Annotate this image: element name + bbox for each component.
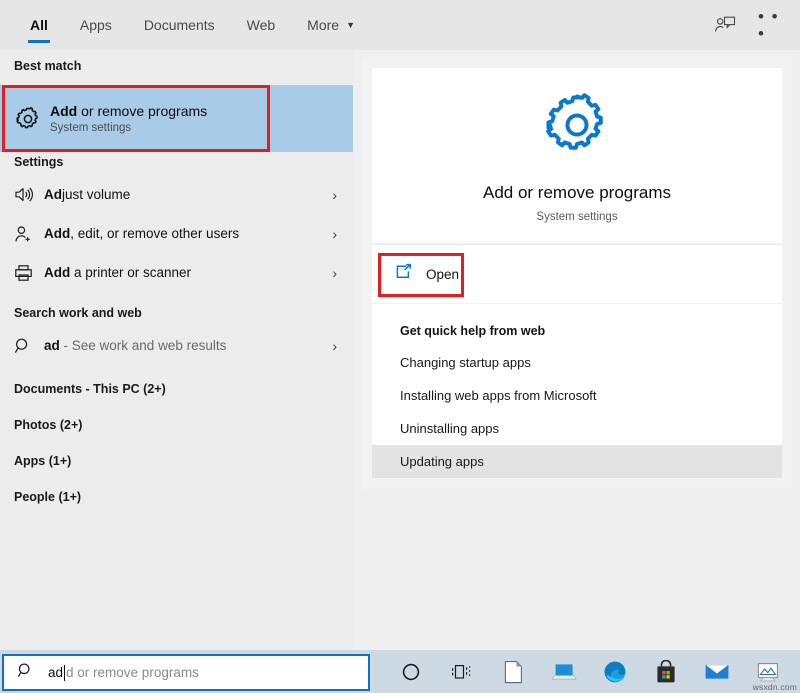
tab-documents-label: Documents [144,17,215,33]
tab-web[interactable]: Web [231,0,292,50]
volume-icon [14,186,44,203]
taskbar-icons [385,650,800,693]
best-match-heading: Best match [0,50,353,79]
search-input-text: ad d or remove programs [48,665,199,681]
search-icon [14,337,44,355]
chevron-right-icon: › [332,226,343,242]
overflow-menu-icon[interactable]: • • • [758,12,784,38]
preview-header-card: Add or remove programs System settings [372,68,782,243]
add-user-icon [14,225,44,243]
result-item-adjust-volume[interactable]: Adjust volume › [0,175,353,214]
printer-icon [14,264,44,282]
tab-apps[interactable]: Apps [64,0,128,50]
open-button-label: Open [426,267,459,282]
feedback-person-icon[interactable] [712,12,738,38]
document-icon[interactable] [487,650,538,693]
result-label: ad - See work and web results [44,338,226,353]
text-cursor [64,665,65,681]
help-link-installing-web-apps[interactable]: Installing web apps from Microsoft [372,379,782,412]
best-match-result-add-or-remove-programs[interactable]: Add or remove programs System settings [0,85,353,152]
help-link-updating-apps[interactable]: Updating apps [372,445,782,478]
quick-help-heading: Get quick help from web [372,318,782,346]
tab-documents[interactable]: Documents [128,0,231,50]
tab-all[interactable]: All [14,0,64,50]
mail-icon[interactable] [691,650,742,693]
chevron-right-icon: › [332,265,343,281]
best-match-text-block: Add or remove programs System settings [50,103,207,134]
tab-all-label: All [30,17,48,33]
category-documents[interactable]: Documents - This PC (2+) [0,371,353,407]
cortana-circle-icon[interactable] [385,650,436,693]
windows-search-panel: All Apps Documents Web More ▼ [0,0,800,693]
result-label: Add a printer or scanner [44,265,191,280]
remote-desktop-icon[interactable] [538,650,589,693]
external-link-icon [394,263,413,286]
chevron-right-icon: › [332,338,343,354]
search-header: All Apps Documents Web More ▼ [0,0,800,50]
help-link-uninstalling-apps[interactable]: Uninstalling apps [372,412,782,445]
microsoft-store-icon[interactable] [640,650,691,693]
best-match-title: Add or remove programs [50,103,207,119]
help-link-changing-startup-apps[interactable]: Changing startup apps [372,346,782,379]
quick-help-section: Get quick help from web Changing startup… [372,304,782,478]
category-photos[interactable]: Photos (2+) [0,407,353,443]
preview-subtitle: System settings [536,211,617,223]
best-match-subtitle: System settings [50,122,207,134]
search-input[interactable]: ad d or remove programs [2,654,370,691]
watermark: wsxdn.com [753,682,797,692]
tab-more[interactable]: More ▼ [291,0,371,50]
web-search-heading: Search work and web [0,292,353,326]
tab-web-label: Web [247,17,276,33]
search-icon [17,662,34,684]
result-label: Adjust volume [44,187,130,202]
search-suggestion-text: d or remove programs [66,665,199,680]
preview-title: Add or remove programs [483,183,671,203]
result-label: Add, edit, or remove other users [44,226,239,241]
edge-browser-icon[interactable] [589,650,640,693]
preview-actions: Open [372,244,782,303]
preview-panel: Add or remove programs System settings O… [362,58,792,490]
tab-apps-label: Apps [80,17,112,33]
chevron-right-icon: › [332,187,343,203]
result-item-add-users[interactable]: Add, edit, or remove other users › [0,214,353,253]
gear-icon [540,88,614,167]
tab-more-label: More [307,17,339,33]
gear-icon [14,105,50,133]
chevron-down-icon: ▼ [346,20,355,30]
result-item-add-printer[interactable]: Add a printer or scanner › [0,253,353,292]
open-button[interactable]: Open [372,263,459,286]
task-view-icon[interactable] [436,650,487,693]
header-actions: • • • [712,0,800,50]
filter-tabs: All Apps Documents Web More ▼ [0,0,371,50]
category-apps[interactable]: Apps (1+) [0,443,353,479]
search-typed-value: ad [48,665,63,680]
category-people[interactable]: People (1+) [0,479,353,515]
result-item-web-search[interactable]: ad - See work and web results › [0,326,353,365]
